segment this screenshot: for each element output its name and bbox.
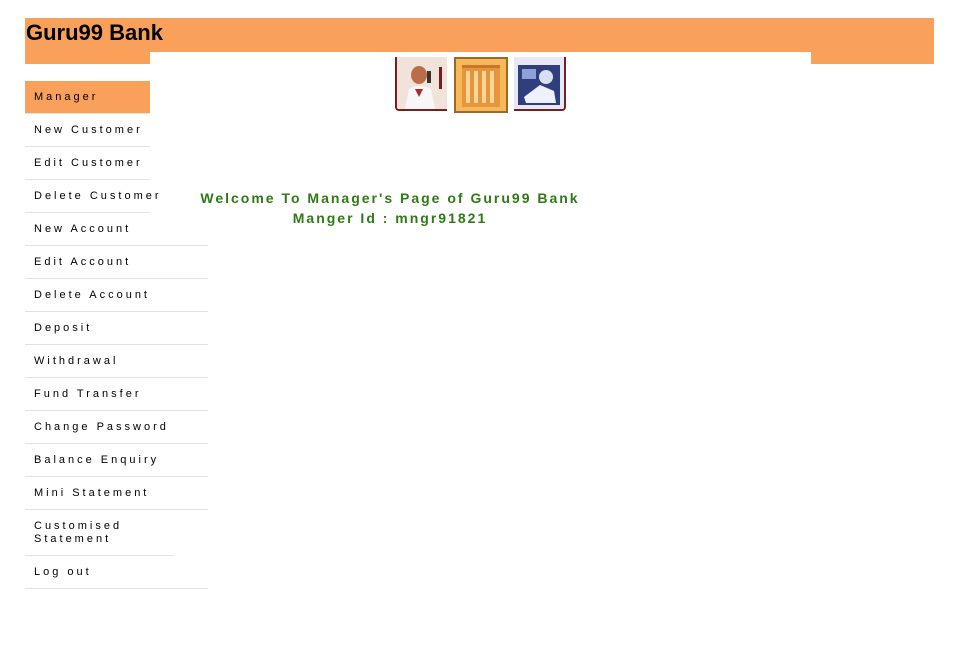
bank-building-icon — [454, 57, 508, 113]
manager-id: Manger Id : mngr91821 — [292, 210, 488, 226]
bank-logo-text: Guru99 Bank — [26, 20, 163, 45]
sidebar-item-new-customer[interactable]: New Customer — [25, 114, 150, 147]
sidebar-item-edit-account[interactable]: Edit Account — [25, 246, 208, 279]
sidebar-item-deposit[interactable]: Deposit — [25, 312, 208, 345]
header-images — [395, 57, 575, 113]
sidebar-item-change-password[interactable]: Change Password — [25, 411, 208, 444]
businessman-phone-icon — [395, 57, 447, 111]
sidebar-item-customised-statement[interactable]: Customised Statement — [25, 510, 174, 556]
sidebar-item-withdrawal[interactable]: Withdrawal — [25, 345, 208, 378]
sidebar-menu: Manager New Customer Edit Customer Delet… — [25, 81, 208, 589]
sidebar-item-balance-enquiry[interactable]: Balance Enquiry — [25, 444, 208, 477]
sidebar-item-delete-customer[interactable]: Delete Customer — [25, 180, 159, 213]
sidebar-item-edit-customer[interactable]: Edit Customer — [25, 147, 150, 180]
sidebar-item-manager[interactable]: Manager — [25, 81, 150, 114]
sidebar-item-mini-statement[interactable]: Mini Statement — [25, 477, 208, 510]
sidebar-item-log-out[interactable]: Log out — [25, 556, 208, 589]
sidebar-item-delete-account[interactable]: Delete Account — [25, 279, 208, 312]
woman-reading-icon — [514, 57, 566, 111]
welcome-message: Welcome To Manager's Page of Guru99 Bank… — [150, 190, 630, 226]
sidebar-item-fund-transfer[interactable]: Fund Transfer — [25, 378, 208, 411]
welcome-title: Welcome To Manager's Page of Guru99 Bank — [200, 190, 580, 206]
